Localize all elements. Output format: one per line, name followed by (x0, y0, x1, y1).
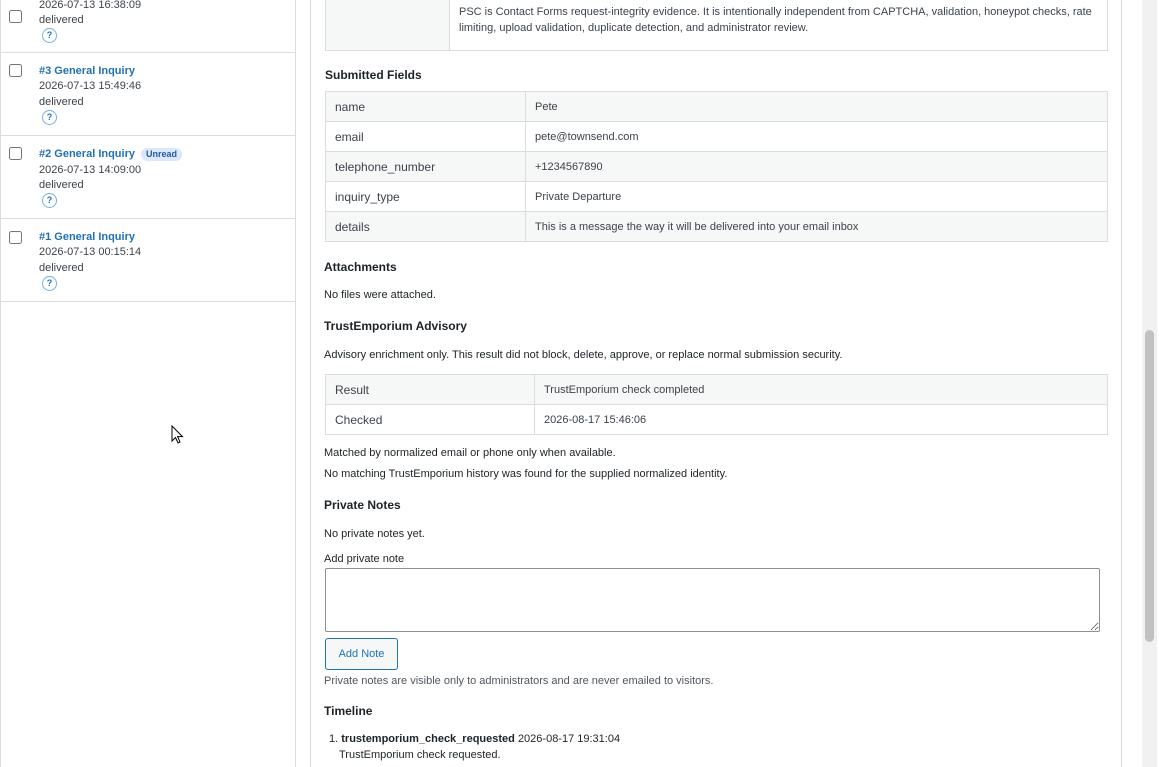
item-title-link[interactable]: #3 General Inquiry (39, 65, 135, 77)
advisory-intro: Advisory enrichment only. This result di… (324, 349, 843, 361)
advisory-key: Checked (325, 404, 535, 435)
advisory-heading: TrustEmporium Advisory (324, 319, 467, 333)
advisory-table: Result TrustEmporium check completed Che… (325, 374, 1108, 435)
field-value: Pete (525, 91, 1108, 122)
timeline-description: TrustEmporium check requested. (339, 749, 501, 761)
submitted-fields-heading: Submitted Fields (325, 68, 422, 82)
attachments-heading: Attachments (324, 260, 397, 274)
table-row: Checked 2026-08-17 15:46:06 (325, 404, 1108, 435)
advisory-value: 2026-08-17 15:46:06 (534, 404, 1108, 435)
add-note-label: Add private note (324, 553, 405, 565)
field-key: name (325, 91, 526, 122)
field-key: telephone_number (325, 151, 526, 182)
advisory-key: Result (325, 374, 535, 405)
field-key: inquiry_type (325, 181, 526, 212)
timeline-entry: 1. trustemporium_check_requested 2026-08… (329, 733, 620, 745)
table-row: email pete@townsend.com (325, 121, 1108, 152)
timeline-heading: Timeline (324, 704, 373, 718)
table-row: name Pete (325, 91, 1108, 122)
item-status: delivered (39, 96, 84, 108)
table-row: inquiry_type Private Departure (325, 181, 1108, 212)
private-note-textarea[interactable] (325, 568, 1100, 632)
item-status: delivered (39, 262, 84, 274)
help-icon[interactable]: ? (42, 193, 57, 208)
field-value: +1234567890 (525, 151, 1108, 182)
list-item[interactable]: #1 General Inquiry 2026-07-13 00:15:14 d… (1, 219, 296, 302)
mouse-cursor-icon (171, 425, 184, 444)
no-notes-text: No private notes yet. (324, 528, 425, 540)
advisory-note: Matched by normalized email or phone onl… (324, 447, 616, 459)
field-value: This is a message the way it will be del… (525, 211, 1108, 242)
field-key: details (325, 211, 526, 242)
add-note-button[interactable]: Add Note (325, 638, 398, 670)
field-key: email (325, 121, 526, 152)
submission-detail: PSC is Contact Forms request-integrity e… (297, 0, 1142, 767)
field-value: Private Departure (525, 181, 1108, 212)
item-status: delivered (39, 14, 84, 26)
item-date: 2026-07-13 00:15:14 (39, 246, 142, 258)
table-row: details This is a message the way it wil… (325, 211, 1108, 242)
help-icon[interactable]: ? (42, 28, 57, 43)
scrollbar-thumb[interactable] (1145, 330, 1154, 642)
item-status: delivered (39, 179, 84, 191)
notes-footer: Private notes are visible only to admini… (324, 675, 714, 687)
help-icon[interactable]: ? (42, 110, 57, 125)
item-date: 2026-07-13 15:49:46 (39, 80, 142, 92)
item-checkbox[interactable] (9, 231, 22, 244)
item-checkbox[interactable] (9, 10, 22, 23)
psc-label-cell (326, 0, 450, 50)
table-row: telephone_number +1234567890 (325, 151, 1108, 182)
psc-description: PSC is Contact Forms request-integrity e… (459, 6, 1092, 34)
list-item[interactable]: #3 General Inquiry 2026-07-13 15:49:46 d… (1, 53, 296, 136)
item-title-link[interactable]: #2 General Inquiry (39, 148, 135, 160)
attachments-text: No files were attached. (324, 289, 436, 301)
list-item[interactable]: #2 General Inquiry Unread 2026-07-13 14:… (1, 136, 296, 219)
advisory-note: No matching TrustEmporium history was fo… (324, 468, 728, 480)
field-value: pete@townsend.com (525, 121, 1108, 152)
item-checkbox[interactable] (9, 147, 22, 160)
item-date: 2026-07-13 16:38:09 (39, 0, 142, 11)
timeline-time: 2026-08-17 19:31:04 (517, 733, 621, 745)
submissions-list: 2026-07-13 16:38:09 delivered ? #3 Gener… (0, 0, 296, 767)
advisory-value: TrustEmporium check completed (534, 374, 1108, 405)
help-icon[interactable]: ? (42, 276, 57, 291)
item-title-link[interactable]: #1 General Inquiry (39, 231, 135, 243)
table-row: Result TrustEmporium check completed (325, 374, 1108, 405)
psc-info-box: PSC is Contact Forms request-integrity e… (325, 0, 1108, 51)
timeline-event: trustemporium_check_requested (341, 733, 515, 745)
unread-badge: Unread (141, 148, 183, 161)
private-notes-heading: Private Notes (324, 498, 401, 512)
item-date: 2026-07-13 14:09:00 (39, 164, 142, 176)
vertical-scrollbar[interactable] (1142, 0, 1157, 767)
list-item[interactable]: 2026-07-13 16:38:09 delivered ? (1, 0, 296, 53)
timeline-number: 1. (329, 733, 339, 745)
submitted-fields-table: name Pete email pete@townsend.com teleph… (325, 91, 1108, 242)
item-checkbox[interactable] (9, 64, 22, 77)
